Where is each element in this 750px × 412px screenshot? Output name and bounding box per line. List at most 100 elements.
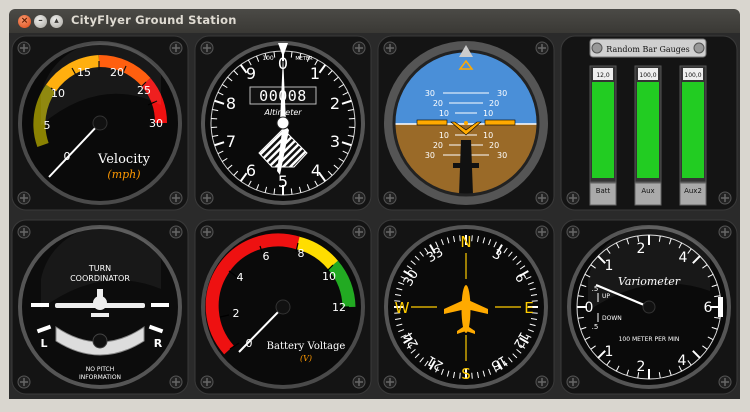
screw-icon <box>200 191 214 205</box>
bar-label: Batt <box>596 187 611 195</box>
screw-icon <box>535 375 549 389</box>
pitch-label: 10 <box>439 109 449 118</box>
battery-voltage-gauge: 0 2 4 6 8 10 12 Battery Voltage (V) <box>194 219 372 395</box>
screw-icon <box>17 41 31 55</box>
tick-label: 6 <box>263 250 270 263</box>
close-button[interactable]: × <box>18 15 31 28</box>
altimeter-unit: METER <box>295 56 313 62</box>
variometer-max-marker <box>718 297 723 317</box>
screw-icon <box>383 225 397 239</box>
tick-label: 6 <box>246 161 256 180</box>
screw-icon <box>566 191 580 205</box>
tick-label: 3 <box>330 132 340 151</box>
screw-icon <box>352 225 366 239</box>
turn-note-2: INFORMATION <box>79 374 121 381</box>
tick-label: 4 <box>237 271 244 284</box>
tick-label: 8 <box>226 94 236 113</box>
pitch-label: 30 <box>497 151 507 160</box>
tick-label: 1 <box>310 64 320 83</box>
screw-icon <box>566 225 580 239</box>
screw-icon <box>566 375 580 389</box>
screw-icon <box>169 41 183 55</box>
pitch-label: 20 <box>489 141 499 150</box>
screw-icon <box>535 191 549 205</box>
gauge-label: Velocity <box>97 152 151 167</box>
maximize-icon: ▴ <box>54 16 59 26</box>
title-bar[interactable]: × – ▴ CityFlyer Ground Station <box>9 9 740 33</box>
panel-title: Random Bar Gauges <box>606 45 689 54</box>
pitch-label: 30 <box>497 89 507 98</box>
screw-icon <box>535 225 549 239</box>
screw-icon <box>169 191 183 205</box>
variometer-unit: 100 METER PER MIN <box>619 336 680 343</box>
slip-ball-icon <box>92 333 108 349</box>
screw-icon <box>383 41 397 55</box>
tick-label: 5 <box>278 172 288 191</box>
pitch-label: 20 <box>433 141 443 150</box>
variometer-down: DOWN <box>602 315 622 322</box>
tick-label: 2 <box>330 94 340 113</box>
pitch-label: 10 <box>483 131 493 140</box>
bar-label: Aux <box>641 187 654 195</box>
tick-label: 6 <box>704 300 713 316</box>
screw-icon <box>718 225 732 239</box>
bar-value: 100,0 <box>639 72 656 79</box>
pitch-label: 30 <box>425 89 435 98</box>
tick-mark <box>471 235 473 242</box>
screw-icon <box>591 42 603 54</box>
cardinal-s: S <box>461 365 471 383</box>
tick-label: 2 <box>637 359 646 375</box>
instrument-panel: 0 5 10 15 20 25 30 Velocity (mph) <box>9 33 740 399</box>
minimize-icon: – <box>38 16 43 26</box>
variometer-gauge: 0 1 2 4 6 4 2 1 .5 .5 Variometer UP DOWN… <box>560 219 738 395</box>
screw-icon <box>535 41 549 55</box>
turn-note-1: NO PITCH <box>86 366 115 373</box>
tick-label: 30 <box>149 117 163 130</box>
turn-right-label: R <box>154 337 163 350</box>
pitch-label: 20 <box>433 99 443 108</box>
tick-label: 4 <box>311 161 321 180</box>
screw-icon <box>200 225 214 239</box>
tick-label: 4 <box>678 353 687 369</box>
tick-label: 8 <box>298 247 305 260</box>
cardinal-w: W <box>395 299 410 317</box>
screw-icon <box>200 375 214 389</box>
screw-icon <box>352 375 366 389</box>
gauge-label: Battery Voltage <box>267 341 346 352</box>
tick-label: .5 <box>592 323 599 331</box>
bar-value: 100,0 <box>684 72 701 79</box>
gauge-unit: (mph) <box>107 168 140 181</box>
screw-icon <box>352 41 366 55</box>
minimize-button[interactable]: – <box>34 15 47 28</box>
attitude-indicator: 30 30 20 20 10 10 10 10 20 20 30 30 <box>377 35 555 211</box>
compass-gauge: N E S W 3 6 12 15 21 24 30 33 <box>377 219 555 395</box>
screw-icon <box>169 375 183 389</box>
tick-label: 12 <box>332 301 346 314</box>
screw-icon <box>718 191 732 205</box>
bar-gauge-aux: 100,0 Aux <box>634 65 662 206</box>
close-icon: × <box>20 16 29 26</box>
window-title: CityFlyer Ground Station <box>71 13 237 27</box>
altimeter-gauge: 0 1 2 3 4 5 6 7 8 9 100 METER 00008 Alti… <box>194 35 372 211</box>
pitch-label: 10 <box>439 131 449 140</box>
turn-left-label: L <box>40 337 47 350</box>
maximize-button[interactable]: ▴ <box>50 15 63 28</box>
tick-label: 7 <box>226 132 236 151</box>
tick-label: 2 <box>233 307 240 320</box>
screw-icon <box>693 42 705 54</box>
pitch-label: 30 <box>425 151 435 160</box>
altimeter-small-label: 100 <box>262 55 274 62</box>
screw-icon <box>718 375 732 389</box>
pitch-label: 10 <box>483 109 493 118</box>
bar-label: Aux2 <box>684 187 702 195</box>
gauge-unit: (V) <box>300 354 312 363</box>
screw-icon <box>200 41 214 55</box>
screw-icon <box>383 375 397 389</box>
screw-icon <box>17 225 31 239</box>
cardinal-e: E <box>524 299 533 317</box>
screw-icon <box>169 225 183 239</box>
cardinal-n: N <box>460 233 471 251</box>
tick-label: 10 <box>322 270 336 283</box>
velocity-gauge: 0 5 10 15 20 25 30 Velocity (mph) <box>11 35 189 211</box>
app-window: × – ▴ CityFlyer Ground Station 5 10 15 2… <box>0 0 750 412</box>
